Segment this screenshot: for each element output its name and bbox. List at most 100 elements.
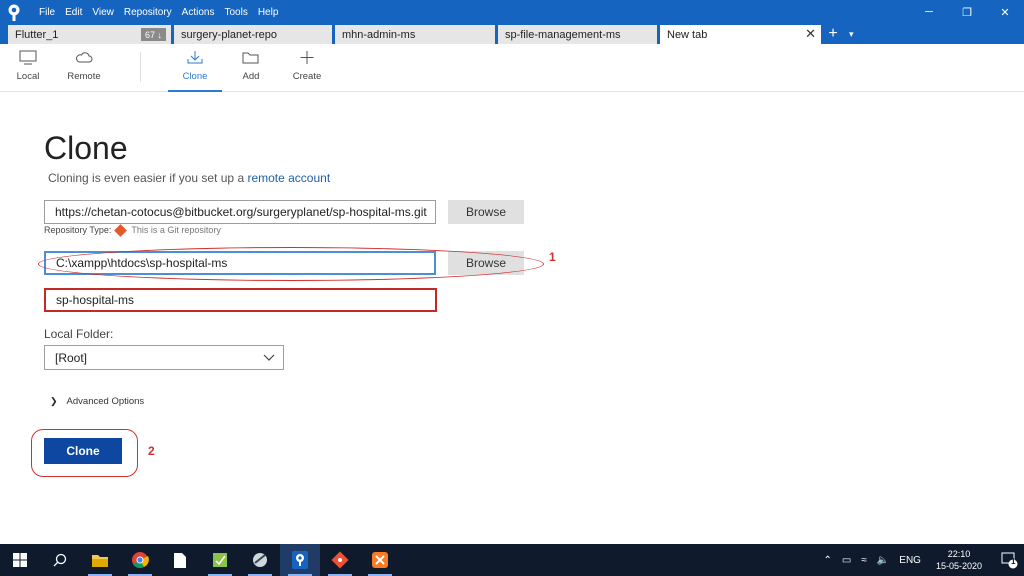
add-label: Add [242, 71, 260, 82]
repository-type-label: Repository Type: [44, 225, 112, 235]
menu-edit[interactable]: Edit [60, 7, 87, 18]
chrome-icon [132, 552, 149, 569]
menu-file[interactable]: File [34, 7, 60, 18]
clone-tab-button[interactable]: Clone [168, 50, 222, 92]
annotation-number-2: 2 [148, 444, 155, 458]
local-label: Local [16, 71, 40, 82]
download-icon [187, 51, 203, 64]
taskbar-sourcetree[interactable] [280, 544, 320, 576]
maximize-button[interactable]: ❐ [948, 0, 986, 24]
annotation-number-1: 1 [549, 250, 556, 264]
document-icon [174, 552, 186, 568]
tab-label: Flutter_1 [15, 28, 59, 41]
taskbar-notepad[interactable] [160, 544, 200, 576]
local-button[interactable]: Local [1, 50, 55, 92]
subtitle-text: Cloning is even easier if you set up a [48, 171, 248, 185]
taskbar-git[interactable] [320, 544, 360, 576]
search-button[interactable] [40, 544, 80, 576]
plus-icon [300, 51, 314, 64]
tab-strip: Flutter_1 67 ↓ surgery-planet-repo mhn-a… [0, 24, 1024, 44]
toolbar: Local Remote Clone Add Create [0, 44, 1024, 92]
tab-surgery-planet-repo[interactable]: surgery-planet-repo [174, 25, 332, 44]
close-window-button[interactable]: ✕ [986, 0, 1024, 24]
tab-label: New tab [667, 28, 708, 41]
search-icon [53, 553, 67, 567]
tab-label: sp-file-management-ms [505, 28, 621, 41]
menu-view[interactable]: View [87, 7, 119, 18]
chevron-right-icon: ❯ [50, 396, 58, 406]
app-icon [253, 553, 267, 567]
xampp-icon [372, 552, 388, 568]
local-folder-label: Local Folder: [44, 327, 114, 341]
cloud-icon [76, 52, 93, 63]
local-folder-value: [Root] [55, 350, 88, 365]
tray-chevron-up-icon[interactable]: ⌃ [823, 555, 831, 566]
clone-tab-label: Clone [182, 71, 208, 82]
minimize-button[interactable]: ─ [910, 0, 948, 24]
tab-close-icon[interactable]: ✕ [805, 26, 816, 42]
clock[interactable]: 22:10 15-05-2020 [936, 548, 982, 572]
title-bar: File Edit View Repository Actions Tools … [0, 0, 1024, 24]
menu-bar: File Edit View Repository Actions Tools … [34, 7, 283, 18]
browse-source-button[interactable]: Browse [448, 200, 524, 224]
language-indicator[interactable]: ENG [899, 555, 921, 566]
repository-name-input[interactable]: sp-hospital-ms [44, 288, 437, 312]
annotation-rectangle [31, 429, 138, 477]
notification-count: 1 [1011, 557, 1016, 566]
add-tab-button[interactable]: + [825, 25, 841, 44]
sourcetree-logo-icon[interactable] [2, 0, 26, 24]
tab-label: surgery-planet-repo [181, 28, 277, 41]
remote-label: Remote [67, 71, 101, 82]
local-folder-select[interactable]: [Root] [44, 345, 284, 370]
notification-center-button[interactable]: 1 [994, 544, 1024, 576]
git-app-icon [331, 551, 349, 569]
menu-help[interactable]: Help [253, 7, 284, 18]
taskbar-notepad-plus[interactable] [200, 544, 240, 576]
page-title: Clone [44, 130, 128, 166]
subtitle: Cloning is even easier if you set up a r… [48, 171, 330, 185]
remote-account-link[interactable]: remote account [247, 171, 330, 185]
create-button[interactable]: Create [280, 50, 334, 92]
windows-taskbar: ⌃ ▭ ≈ 🔈 ENG 22:10 15-05-2020 1 [0, 544, 1024, 576]
folder-icon [242, 52, 259, 64]
taskbar-app[interactable] [240, 544, 280, 576]
advanced-options-label: Advanced Options [66, 396, 145, 407]
taskbar-chrome[interactable] [120, 544, 160, 576]
tab-badge: 67 ↓ [140, 28, 166, 41]
window-controls: ─ ❐ ✕ [910, 0, 1024, 24]
advanced-options-toggle[interactable]: ❯ Advanced Options [50, 396, 144, 407]
battery-icon[interactable]: ▭ [842, 555, 851, 566]
add-button[interactable]: Add [224, 50, 278, 92]
windows-logo-icon [13, 553, 27, 567]
repository-type-value: This is a Git repository [131, 225, 221, 235]
git-icon [114, 223, 128, 237]
toolbar-divider [140, 52, 141, 82]
monitor-icon [19, 50, 37, 65]
tab-flutter-1[interactable]: Flutter_1 67 ↓ [8, 25, 171, 44]
clock-date: 15-05-2020 [935, 561, 982, 571]
create-label: Create [292, 71, 322, 82]
chevron-down-icon [263, 354, 275, 361]
annotation-oval [38, 247, 544, 281]
sourcetree-icon [292, 551, 308, 569]
start-button[interactable] [0, 544, 40, 576]
remote-button[interactable]: Remote [57, 50, 111, 92]
clock-time: 22:10 [947, 549, 971, 559]
taskbar-xampp[interactable] [360, 544, 400, 576]
source-url-input[interactable]: https://chetan-cotocus@bitbucket.org/sur… [44, 200, 436, 224]
taskbar-file-explorer[interactable] [80, 544, 120, 576]
file-explorer-icon [92, 554, 108, 567]
wifi-icon[interactable]: ≈ [861, 555, 867, 566]
tab-mhn-admin-ms[interactable]: mhn-admin-ms [335, 25, 495, 44]
system-tray: ⌃ ▭ ≈ 🔈 ENG 22:10 15-05-2020 1 [818, 544, 1024, 576]
menu-tools[interactable]: Tools [219, 7, 252, 18]
tab-dropdown-button[interactable]: ▾ [849, 25, 854, 44]
tab-label: mhn-admin-ms [342, 28, 416, 41]
notepad-plus-icon [213, 553, 227, 567]
tab-sp-file-management-ms[interactable]: sp-file-management-ms [498, 25, 657, 44]
menu-actions[interactable]: Actions [177, 7, 220, 18]
volume-icon[interactable]: 🔈 [877, 555, 889, 566]
menu-repository[interactable]: Repository [119, 7, 177, 18]
tab-new-tab[interactable]: New tab ✕ [660, 25, 821, 44]
repository-type: Repository Type: This is a Git repositor… [44, 223, 221, 237]
